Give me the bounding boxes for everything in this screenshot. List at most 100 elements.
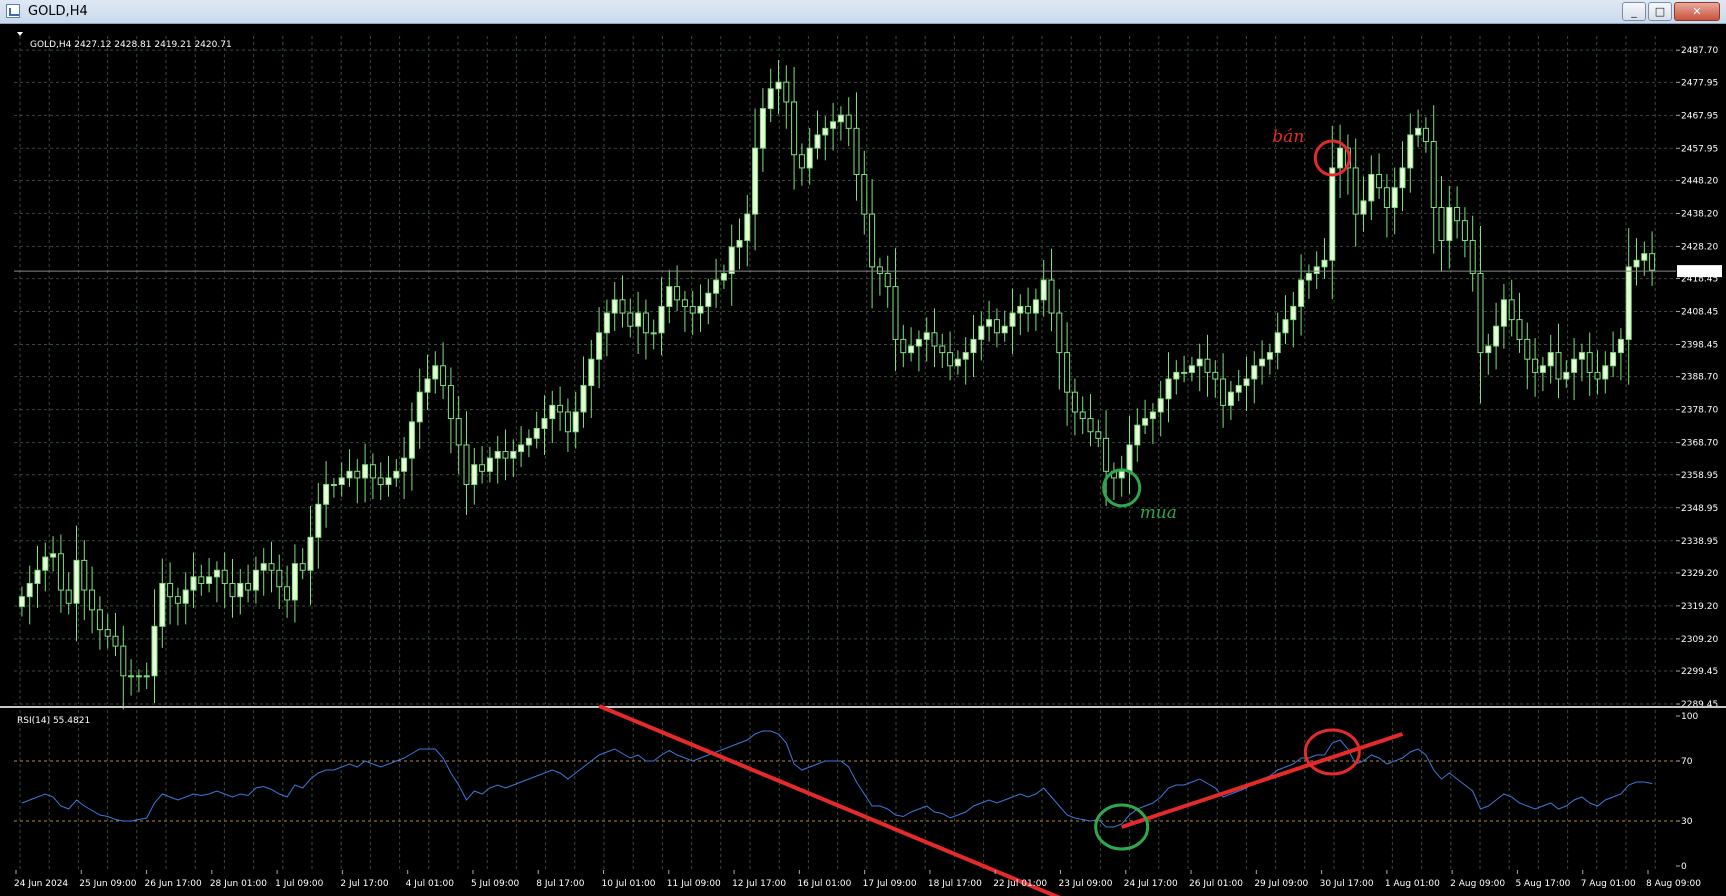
minimize-button[interactable]: _ xyxy=(1622,2,1646,21)
candle xyxy=(1118,455,1125,497)
candle xyxy=(931,308,938,368)
time-tick-label: 10 Jul 01:00 xyxy=(602,879,656,889)
candle xyxy=(323,461,330,528)
time-tick-label: 4 Jul 01:00 xyxy=(406,879,455,889)
time-tick-label: 18 Jul 17:00 xyxy=(928,879,982,889)
candle xyxy=(1220,353,1227,428)
chart-frame[interactable]: 2420.71 2487.70 2477.95 2467.95 2457.95 2448… xyxy=(0,24,1726,896)
candle xyxy=(502,429,509,481)
price-tick-label: 2368.70 xyxy=(1681,439,1718,449)
candle xyxy=(26,565,33,625)
time-tick-label: 29 Jul 09:00 xyxy=(1254,879,1308,889)
candle xyxy=(1337,124,1344,198)
candle xyxy=(1555,323,1562,399)
candle xyxy=(330,477,337,498)
candle xyxy=(720,264,727,289)
price-tick-label: 2457.95 xyxy=(1681,144,1718,154)
candle xyxy=(970,315,977,378)
price-tick-label: 2428.20 xyxy=(1681,242,1718,252)
price-chart[interactable]: 2420.71 2487.702477.952467.952457.952448… xyxy=(0,24,1726,896)
candle xyxy=(96,596,103,650)
candle xyxy=(143,662,150,689)
candle xyxy=(315,482,322,569)
candle xyxy=(65,572,72,615)
candle xyxy=(978,311,985,361)
candle xyxy=(206,558,213,593)
candle xyxy=(1181,355,1188,383)
candle xyxy=(759,88,766,172)
candle xyxy=(1454,186,1461,239)
candle xyxy=(455,396,462,474)
candle xyxy=(174,587,181,626)
rsi-grid xyxy=(19,710,1656,870)
window-titlebar[interactable]: GOLD,H4 _ □ ✕ xyxy=(0,0,1726,24)
candle xyxy=(642,299,649,360)
candle xyxy=(1056,289,1063,390)
price-tick-label: 2289.45 xyxy=(1681,700,1718,710)
candle xyxy=(791,67,798,190)
candle xyxy=(182,572,189,625)
candle xyxy=(1126,415,1133,494)
candle xyxy=(915,330,922,372)
candle xyxy=(728,224,735,306)
price-tick-label: 2477.95 xyxy=(1681,78,1718,88)
candle xyxy=(1251,351,1258,404)
candle xyxy=(284,565,291,618)
candle xyxy=(494,436,501,484)
candle xyxy=(198,564,205,596)
candle xyxy=(884,255,891,308)
candle xyxy=(1032,288,1039,331)
time-tick-label: 2 Aug 09:00 xyxy=(1450,879,1505,889)
rsi-tick-label: 30 xyxy=(1681,817,1693,827)
time-tick-label: 22 Jul 01:00 xyxy=(993,879,1047,889)
candle xyxy=(1196,343,1203,392)
candle xyxy=(1368,155,1375,221)
price-tick-label: 2467.95 xyxy=(1681,111,1718,121)
candle xyxy=(362,443,369,503)
candle xyxy=(432,351,439,394)
candle xyxy=(1469,215,1476,292)
close-button[interactable]: ✕ xyxy=(1674,2,1720,21)
candle xyxy=(1142,399,1149,435)
candle xyxy=(510,439,517,477)
candle xyxy=(1516,292,1523,353)
candle xyxy=(354,459,361,504)
candle xyxy=(50,536,57,572)
time-tick-label: 2 Jul 17:00 xyxy=(340,879,389,889)
candle xyxy=(1110,462,1117,501)
time-tick-label: 11 Jul 09:00 xyxy=(667,879,721,889)
rsi-info-label: RSI(14) 55.4821 xyxy=(17,716,90,726)
maximize-button[interactable]: □ xyxy=(1648,2,1672,21)
candle xyxy=(1586,332,1593,396)
chart-menu-arrow-icon[interactable] xyxy=(17,32,23,36)
candle xyxy=(767,68,774,123)
price-tick-label: 2348.95 xyxy=(1681,504,1718,514)
time-tick-label: 1 Aug 01:00 xyxy=(1385,879,1440,889)
candle xyxy=(1539,356,1546,392)
candle xyxy=(689,290,696,336)
candle xyxy=(1001,310,1008,342)
candle xyxy=(697,284,704,332)
price-tick-label: 2398.45 xyxy=(1681,341,1718,351)
candle xyxy=(120,625,127,710)
candle xyxy=(1360,176,1367,232)
time-tick-label: 26 Jul 01:00 xyxy=(1189,879,1243,889)
buy-annotation-label: mua xyxy=(1140,503,1177,523)
price-tick-label: 2309.20 xyxy=(1681,635,1718,645)
candle xyxy=(1025,287,1032,332)
candle xyxy=(666,269,673,324)
candle xyxy=(1571,338,1578,401)
candle xyxy=(892,248,899,372)
sell-annotation-label: bán xyxy=(1272,127,1304,147)
candle xyxy=(1563,360,1570,388)
candle xyxy=(1485,333,1492,375)
chart-window-icon xyxy=(6,4,20,18)
candle xyxy=(837,106,844,141)
candle xyxy=(252,556,259,604)
candle xyxy=(1430,105,1437,254)
candle xyxy=(1048,248,1055,332)
candle xyxy=(57,534,64,613)
price-tick-label: 2438.20 xyxy=(1681,209,1718,219)
candle xyxy=(377,462,384,501)
candle xyxy=(34,545,41,608)
